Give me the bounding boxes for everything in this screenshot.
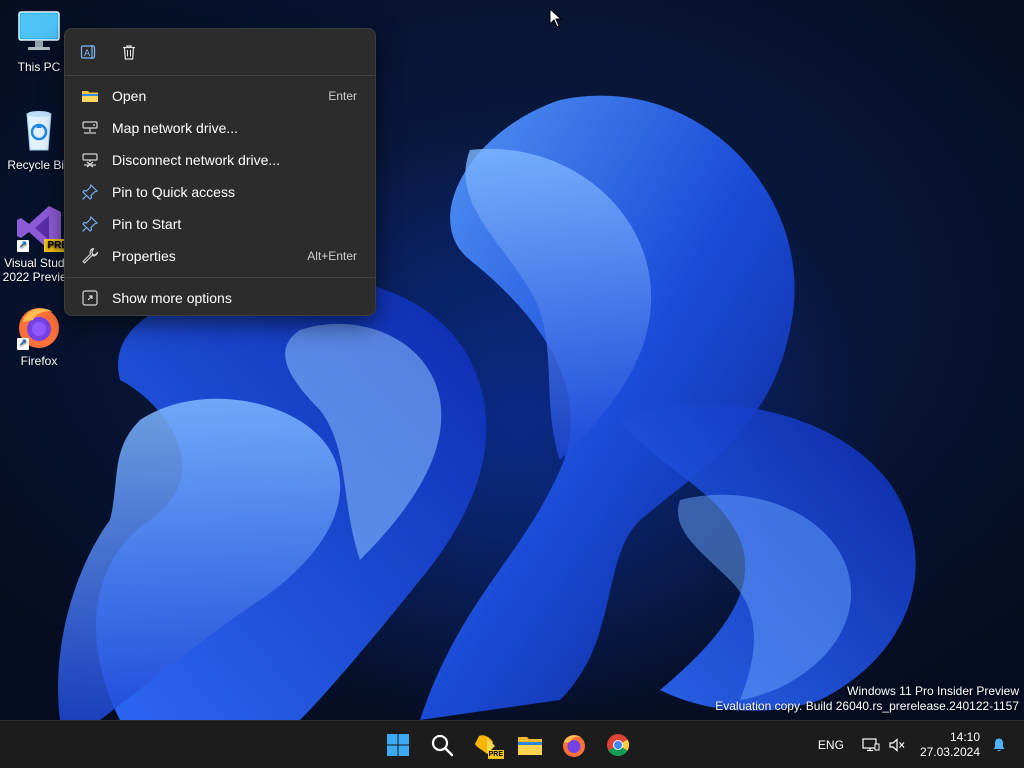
menu-item-label: Pin to Start: [112, 216, 182, 232]
context-menu-quick-actions: A: [65, 29, 375, 75]
delete-button[interactable]: [117, 40, 141, 64]
menu-item-shortcut: Enter: [328, 89, 357, 103]
menu-item-shortcut: Alt+Enter: [307, 249, 357, 263]
firefox-icon: ↗: [15, 302, 63, 350]
recycle-bin-icon: [15, 106, 63, 154]
desktop[interactable]: This PC Recycle Bin PRE ↗ Visual Studio …: [0, 0, 1024, 720]
menu-item-label: Open: [112, 88, 147, 104]
menu-item-open[interactable]: Open Enter: [69, 80, 371, 112]
rename-button[interactable]: A: [77, 40, 101, 64]
mouse-cursor-icon: [549, 8, 563, 28]
network-drive-icon: [81, 119, 99, 137]
menu-item-properties[interactable]: Properties Alt+Enter: [69, 240, 371, 272]
language-indicator[interactable]: ENG: [818, 738, 844, 752]
clock[interactable]: 14:10 27.03.2024: [920, 730, 980, 760]
windows-watermark: Windows 11 Pro Insider Preview Evaluatio…: [715, 684, 1019, 714]
watermark-edition: Windows 11 Pro Insider Preview: [847, 684, 1019, 698]
delete-icon: [123, 45, 135, 60]
menu-item-label: Map network drive...: [112, 120, 239, 136]
menu-item-disconnect-network-drive[interactable]: Disconnect network drive...: [69, 144, 371, 176]
search-button[interactable]: [424, 727, 460, 763]
menu-item-label: Show more options: [112, 290, 232, 306]
clock-time: 14:10: [949, 730, 980, 744]
taskbar-visual-studio-preview[interactable]: PRE: [468, 727, 504, 763]
search-icon: [431, 734, 454, 757]
taskbar-apps: PRE: [380, 721, 636, 769]
visual-studio-icon: PRE ↗: [15, 204, 71, 252]
pin-icon: [81, 183, 99, 201]
context-menu-more: Show more options: [65, 278, 375, 318]
firefox-icon: [563, 735, 585, 757]
watermark-build: Evaluation copy. Build 26040.rs_prerelea…: [715, 699, 1019, 713]
pin-icon: [81, 215, 99, 233]
menu-item-pin-quick-access[interactable]: Pin to Quick access: [69, 176, 371, 208]
menu-item-pin-to-start[interactable]: Pin to Start: [69, 208, 371, 240]
menu-item-label: Disconnect network drive...: [112, 152, 281, 168]
context-menu-items: Open Enter Map network drive... Disconne…: [65, 76, 375, 276]
system-tray: ENG 14:10 27.03.2024: [818, 721, 1024, 769]
network-icon[interactable]: [860, 734, 882, 756]
taskbar-firefox[interactable]: [556, 727, 592, 763]
shortcut-arrow-icon: ↗: [17, 338, 29, 350]
menu-item-map-network-drive[interactable]: Map network drive...: [69, 112, 371, 144]
desktop-icon-label: Firefox: [20, 354, 58, 368]
disconnect-drive-icon: [81, 151, 99, 169]
start-icon: [387, 734, 409, 756]
menu-item-label: Properties: [112, 248, 176, 264]
svg-text:A: A: [84, 49, 91, 59]
monitor-icon: [15, 8, 63, 56]
show-more-icon: [81, 289, 99, 307]
shortcut-arrow-icon: ↗: [17, 240, 29, 252]
start-button[interactable]: [380, 727, 416, 763]
rename-icon: A: [80, 45, 96, 59]
volume-muted-icon[interactable]: [886, 734, 908, 756]
context-menu: A Open Enter Map network drive... Discon…: [64, 28, 376, 316]
notifications-bell-icon[interactable]: [988, 734, 1010, 756]
taskbar: PRE ENG 14:10 27.03.2024: [0, 720, 1024, 768]
menu-item-show-more-options[interactable]: Show more options: [69, 282, 371, 314]
preview-badge: PRE: [487, 750, 504, 759]
folder-icon: [81, 87, 99, 105]
menu-item-label: Pin to Quick access: [112, 184, 235, 200]
taskbar-file-explorer[interactable]: [512, 727, 548, 763]
wrench-icon: [81, 247, 99, 265]
taskbar-chrome[interactable]: [600, 727, 636, 763]
file-explorer-icon: [518, 737, 542, 755]
chrome-icon: [607, 734, 629, 756]
clock-date: 27.03.2024: [919, 745, 980, 759]
